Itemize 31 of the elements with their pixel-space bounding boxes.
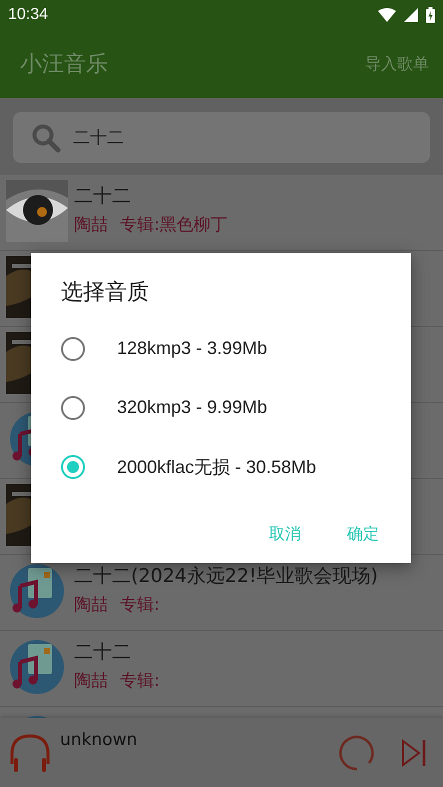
song-title: 二十二(2024永远22!毕业歌会现场)	[74, 564, 378, 589]
status-time: 10:34	[8, 6, 48, 24]
song-item[interactable]: 二十二 陶喆 专辑:黑色柳丁	[0, 175, 443, 251]
artist-name: 陶喆	[74, 670, 108, 692]
import-playlist-button[interactable]: 导入歌单	[365, 54, 429, 74]
app-title: 小汪音乐	[20, 51, 108, 79]
search-field[interactable]: 二十二	[13, 112, 430, 163]
radio-button[interactable]	[61, 454, 85, 478]
battery-icon	[426, 7, 435, 23]
quality-option[interactable]: 2000kflac无损 - 30.58Mb	[117, 454, 316, 478]
radio-button[interactable]	[61, 396, 85, 420]
dialog-button[interactable]: 取消	[257, 516, 313, 553]
artist-name: 陶喆	[74, 594, 108, 616]
loading-spinner-icon	[339, 734, 375, 770]
quality-option[interactable]: 320kmp3 - 9.99Mb	[117, 397, 268, 418]
album-name: 专辑:	[120, 670, 160, 692]
headphones-icon	[8, 732, 52, 774]
wifi-icon	[378, 8, 396, 22]
dialog-title: 选择音质	[61, 279, 150, 307]
quality-option[interactable]: 128kmp3 - 3.99Mb	[117, 338, 268, 359]
song-title: 二十二	[74, 184, 132, 209]
skip-next-button[interactable]	[401, 738, 427, 768]
radio-button[interactable]	[61, 336, 85, 360]
song-item[interactable]: 二十二 陶喆 专辑:	[0, 631, 443, 707]
song-title: 二十二	[74, 640, 132, 665]
album-name: 专辑:黑色柳丁	[120, 214, 228, 236]
track-title: unknown	[60, 730, 138, 750]
artist-name: 陶喆	[74, 214, 108, 236]
signal-icon	[404, 8, 418, 22]
album-name: 专辑:	[120, 594, 160, 616]
dialog-button[interactable]: 确定	[335, 516, 391, 553]
